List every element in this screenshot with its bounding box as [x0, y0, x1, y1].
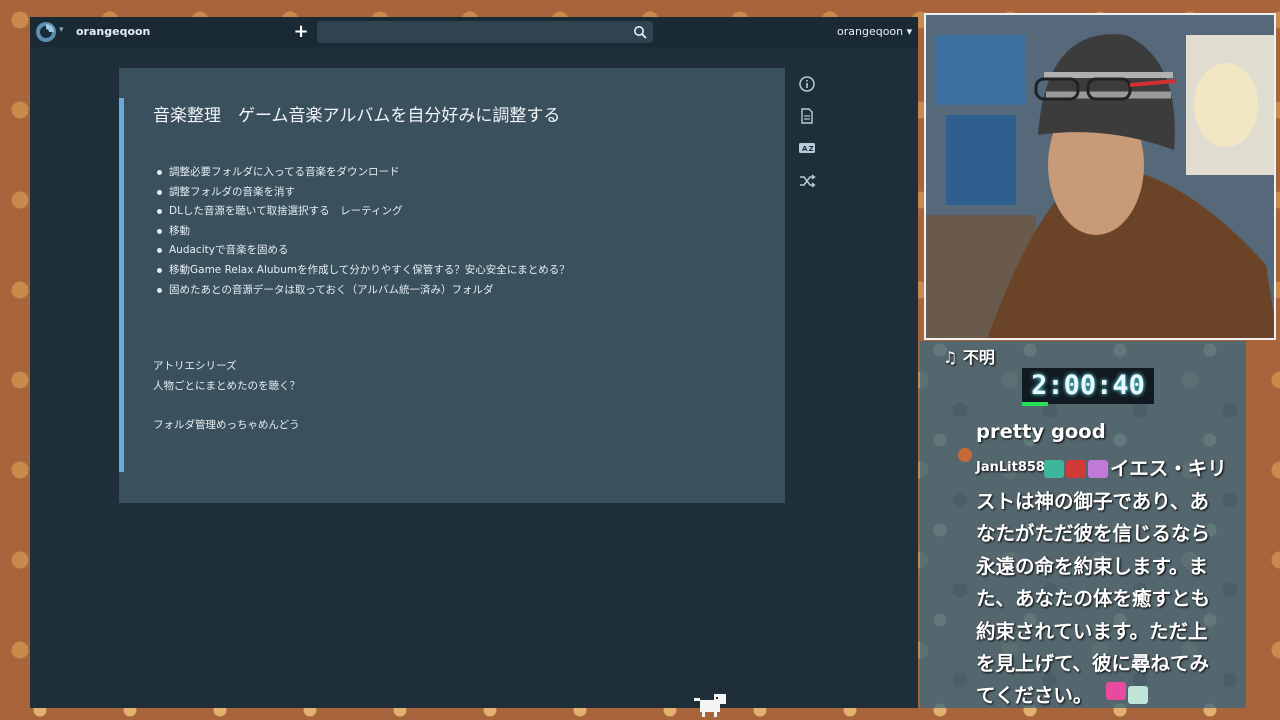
user-menu-label: orangeqoon	[837, 25, 904, 38]
chat-message-previous: pretty good	[976, 420, 1106, 443]
workspace-name[interactable]: orangeqoon	[76, 25, 150, 38]
list-item[interactable]: 移動Game Relax Alubumを作成して分かりやすく保管する？安心安全に…	[157, 261, 570, 281]
list-item[interactable]: 固めたあとの音源データは取っておく（アルバム統一済み）フォルダ	[157, 281, 570, 301]
list-item[interactable]: 調整フォルダの音楽を消す	[157, 183, 570, 203]
list-item[interactable]: 調整必要フォルダに入ってる音楽をダウンロード	[157, 163, 570, 183]
webcam-image	[926, 15, 1274, 338]
emote-icon	[1066, 460, 1086, 478]
user-menu[interactable]: orangeqoon ▾	[837, 25, 912, 38]
search-icon[interactable]	[633, 25, 647, 39]
chat-message-line: てください。	[976, 684, 1093, 707]
chat-badge-icon	[958, 448, 972, 462]
chat-message-line: 約束されています。ただ上	[976, 620, 1208, 643]
document-icon[interactable]	[798, 107, 816, 125]
translate-icon[interactable]: A Z	[798, 139, 816, 157]
chevron-down-icon: ▾	[906, 25, 913, 38]
note-accent-bar	[119, 98, 124, 472]
svg-text:Z: Z	[809, 145, 814, 153]
shuffle-icon[interactable]	[798, 172, 816, 190]
workspace-chevron-down-icon[interactable]: ▾	[59, 25, 64, 35]
top-bar: ▾ orangeqoon + orangeqoon ▾	[30, 17, 918, 47]
app-logo-icon[interactable]	[35, 21, 57, 43]
svg-text:A: A	[802, 145, 808, 153]
list-item[interactable]: 移動	[157, 222, 570, 242]
note-card[interactable]: 音楽整理 ゲーム音楽アルバムを自分好みに調整する 調整必要フォルダに入ってる音楽…	[119, 68, 785, 503]
webcam-feed	[924, 13, 1276, 340]
chat-message-line: イエス・キリ	[1110, 457, 1227, 480]
stream-timer: 2:00:40	[1022, 368, 1154, 404]
chat-message-line: を見上げて、彼に尋ねてみ	[976, 652, 1210, 675]
emote-icon	[1128, 686, 1148, 704]
cat-sprite-icon	[694, 694, 726, 717]
search-input[interactable]	[317, 21, 617, 44]
note-paragraph[interactable]: フォルダ管理めっちゃめんどう	[153, 417, 300, 432]
chat-message-line: ストは神の御子であり、あ	[976, 490, 1210, 513]
new-note-button[interactable]: +	[291, 22, 311, 42]
now-playing-label: ♫ 不明	[943, 348, 995, 367]
chat-username: JanLit858	[976, 460, 1045, 475]
list-item[interactable]: Audacityで音楽を固める	[157, 241, 570, 261]
emote-icon	[1106, 682, 1126, 700]
list-item[interactable]: DLした音源を聴いて取捨選択する レーティング	[157, 202, 570, 222]
emote-icon	[1044, 460, 1064, 478]
info-icon[interactable]	[798, 75, 816, 93]
notes-app-window: ▾ orangeqoon + orangeqoon ▾ 音楽整理 ゲーム音楽アル…	[30, 17, 918, 708]
note-title[interactable]: 音楽整理 ゲーム音楽アルバムを自分好みに調整する	[153, 101, 560, 126]
chat-message-line: 永遠の命を約束します。ま	[976, 555, 1209, 578]
note-paragraph[interactable]: アトリエシリーズ	[153, 358, 236, 373]
note-bullet-list: 調整必要フォルダに入ってる音楽をダウンロード 調整フォルダの音楽を消す DLした…	[157, 163, 570, 300]
chat-message-line: なたがただ彼を信じるなら	[976, 522, 1211, 545]
chat-message-line: た、あなたの体を癒すとも	[976, 587, 1211, 610]
timer-progress-bar	[1022, 402, 1048, 406]
note-paragraph[interactable]: 人物ごとにまとめたのを聴く？	[153, 378, 300, 393]
search-box[interactable]	[317, 21, 653, 44]
emote-icon	[1088, 460, 1108, 478]
